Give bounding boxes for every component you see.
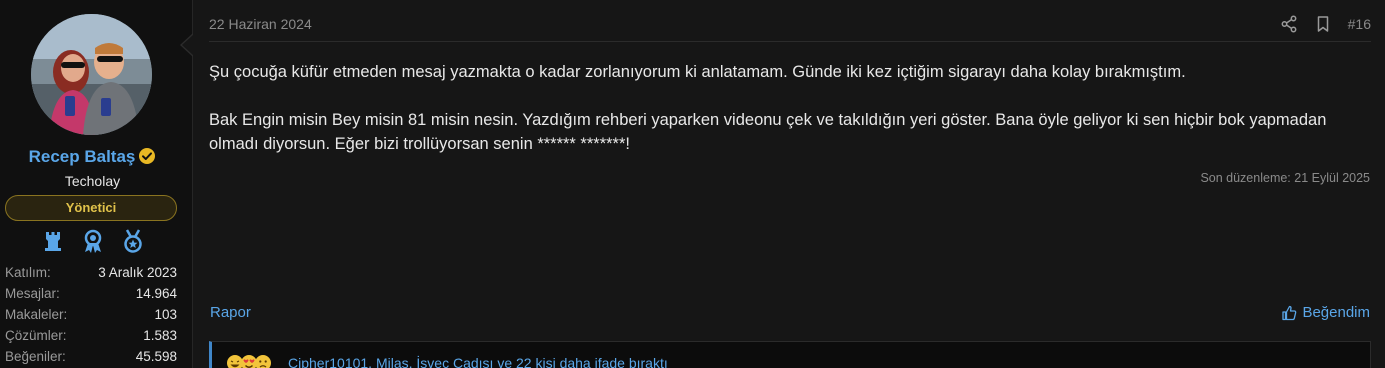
trophy-icons bbox=[0, 228, 185, 254]
post-actions: #16 bbox=[1280, 15, 1371, 33]
user-panel: Recep Baltaş Techolay Yönetici Katılım: … bbox=[0, 0, 193, 368]
medal-icon[interactable] bbox=[120, 228, 146, 254]
avatar[interactable] bbox=[31, 14, 152, 135]
last-edited: Son düzenleme: 21 Eylül 2025 bbox=[1200, 171, 1370, 185]
username[interactable]: Recep Baltaş bbox=[0, 147, 185, 167]
stat-label: Makaleler: bbox=[5, 307, 68, 322]
post-header: 22 Haziran 2024 #16 bbox=[209, 0, 1371, 42]
post-paragraph: Şu çocuğa küfür etmeden mesaj yazmakta o… bbox=[209, 63, 1186, 81]
user-stats: Katılım: 3 Aralık 2023 Mesajlar: 14.964 … bbox=[5, 262, 177, 367]
bookmark-icon[interactable] bbox=[1314, 15, 1332, 33]
user-title: Techolay bbox=[64, 173, 121, 189]
reactions-summary[interactable]: Cipher10101, Milas, İsveç Cadısı ve 22 k… bbox=[288, 355, 668, 368]
reaction-icons bbox=[226, 354, 271, 368]
share-icon[interactable] bbox=[1280, 15, 1298, 33]
stat-value[interactable]: 1.583 bbox=[143, 325, 177, 346]
username-text[interactable]: Recep Baltaş bbox=[29, 147, 136, 166]
post-number[interactable]: #16 bbox=[1348, 16, 1371, 32]
stat-likes: Beğeniler: 45.598 bbox=[5, 346, 177, 367]
stat-value[interactable]: 14.964 bbox=[136, 283, 177, 304]
verified-badge-icon bbox=[138, 147, 156, 165]
like-button[interactable]: Beğendim bbox=[1281, 304, 1370, 321]
stat-label: Mesajlar: bbox=[5, 286, 60, 301]
stat-articles: Makaleler: 103 bbox=[5, 304, 177, 325]
like-label: Beğendim bbox=[1302, 304, 1370, 321]
award-ribbon-icon[interactable] bbox=[80, 228, 106, 254]
stat-label: Beğeniler: bbox=[5, 349, 66, 364]
stat-label: Çözümler: bbox=[5, 328, 67, 343]
reactions-bar: Cipher10101, Milas, İsveç Cadısı ve 22 k… bbox=[209, 341, 1371, 368]
message-pointer bbox=[180, 33, 194, 57]
stat-label: Katılım: bbox=[5, 265, 51, 280]
thumbs-up-icon bbox=[1281, 305, 1297, 321]
stat-value: 45.598 bbox=[135, 349, 177, 364]
post-date[interactable]: 22 Haziran 2024 bbox=[209, 16, 312, 32]
sad-emoji-icon[interactable] bbox=[254, 354, 272, 368]
stat-value[interactable]: 103 bbox=[154, 304, 177, 325]
stat-value: 3 Aralık 2023 bbox=[98, 265, 177, 280]
post-body: Şu çocuğa küfür etmeden mesaj yazmakta o… bbox=[209, 60, 1369, 180]
report-link[interactable]: Rapor bbox=[210, 304, 251, 321]
stat-solutions: Çözümler: 1.583 bbox=[5, 325, 177, 346]
role-badge: Yönetici bbox=[5, 195, 177, 221]
stat-messages: Mesajlar: 14.964 bbox=[5, 283, 177, 304]
stat-join-date: Katılım: 3 Aralık 2023 bbox=[5, 262, 177, 283]
post-paragraph: Bak Engin misin Bey misin 81 misin nesin… bbox=[209, 111, 1327, 153]
tower-icon[interactable] bbox=[40, 228, 66, 254]
